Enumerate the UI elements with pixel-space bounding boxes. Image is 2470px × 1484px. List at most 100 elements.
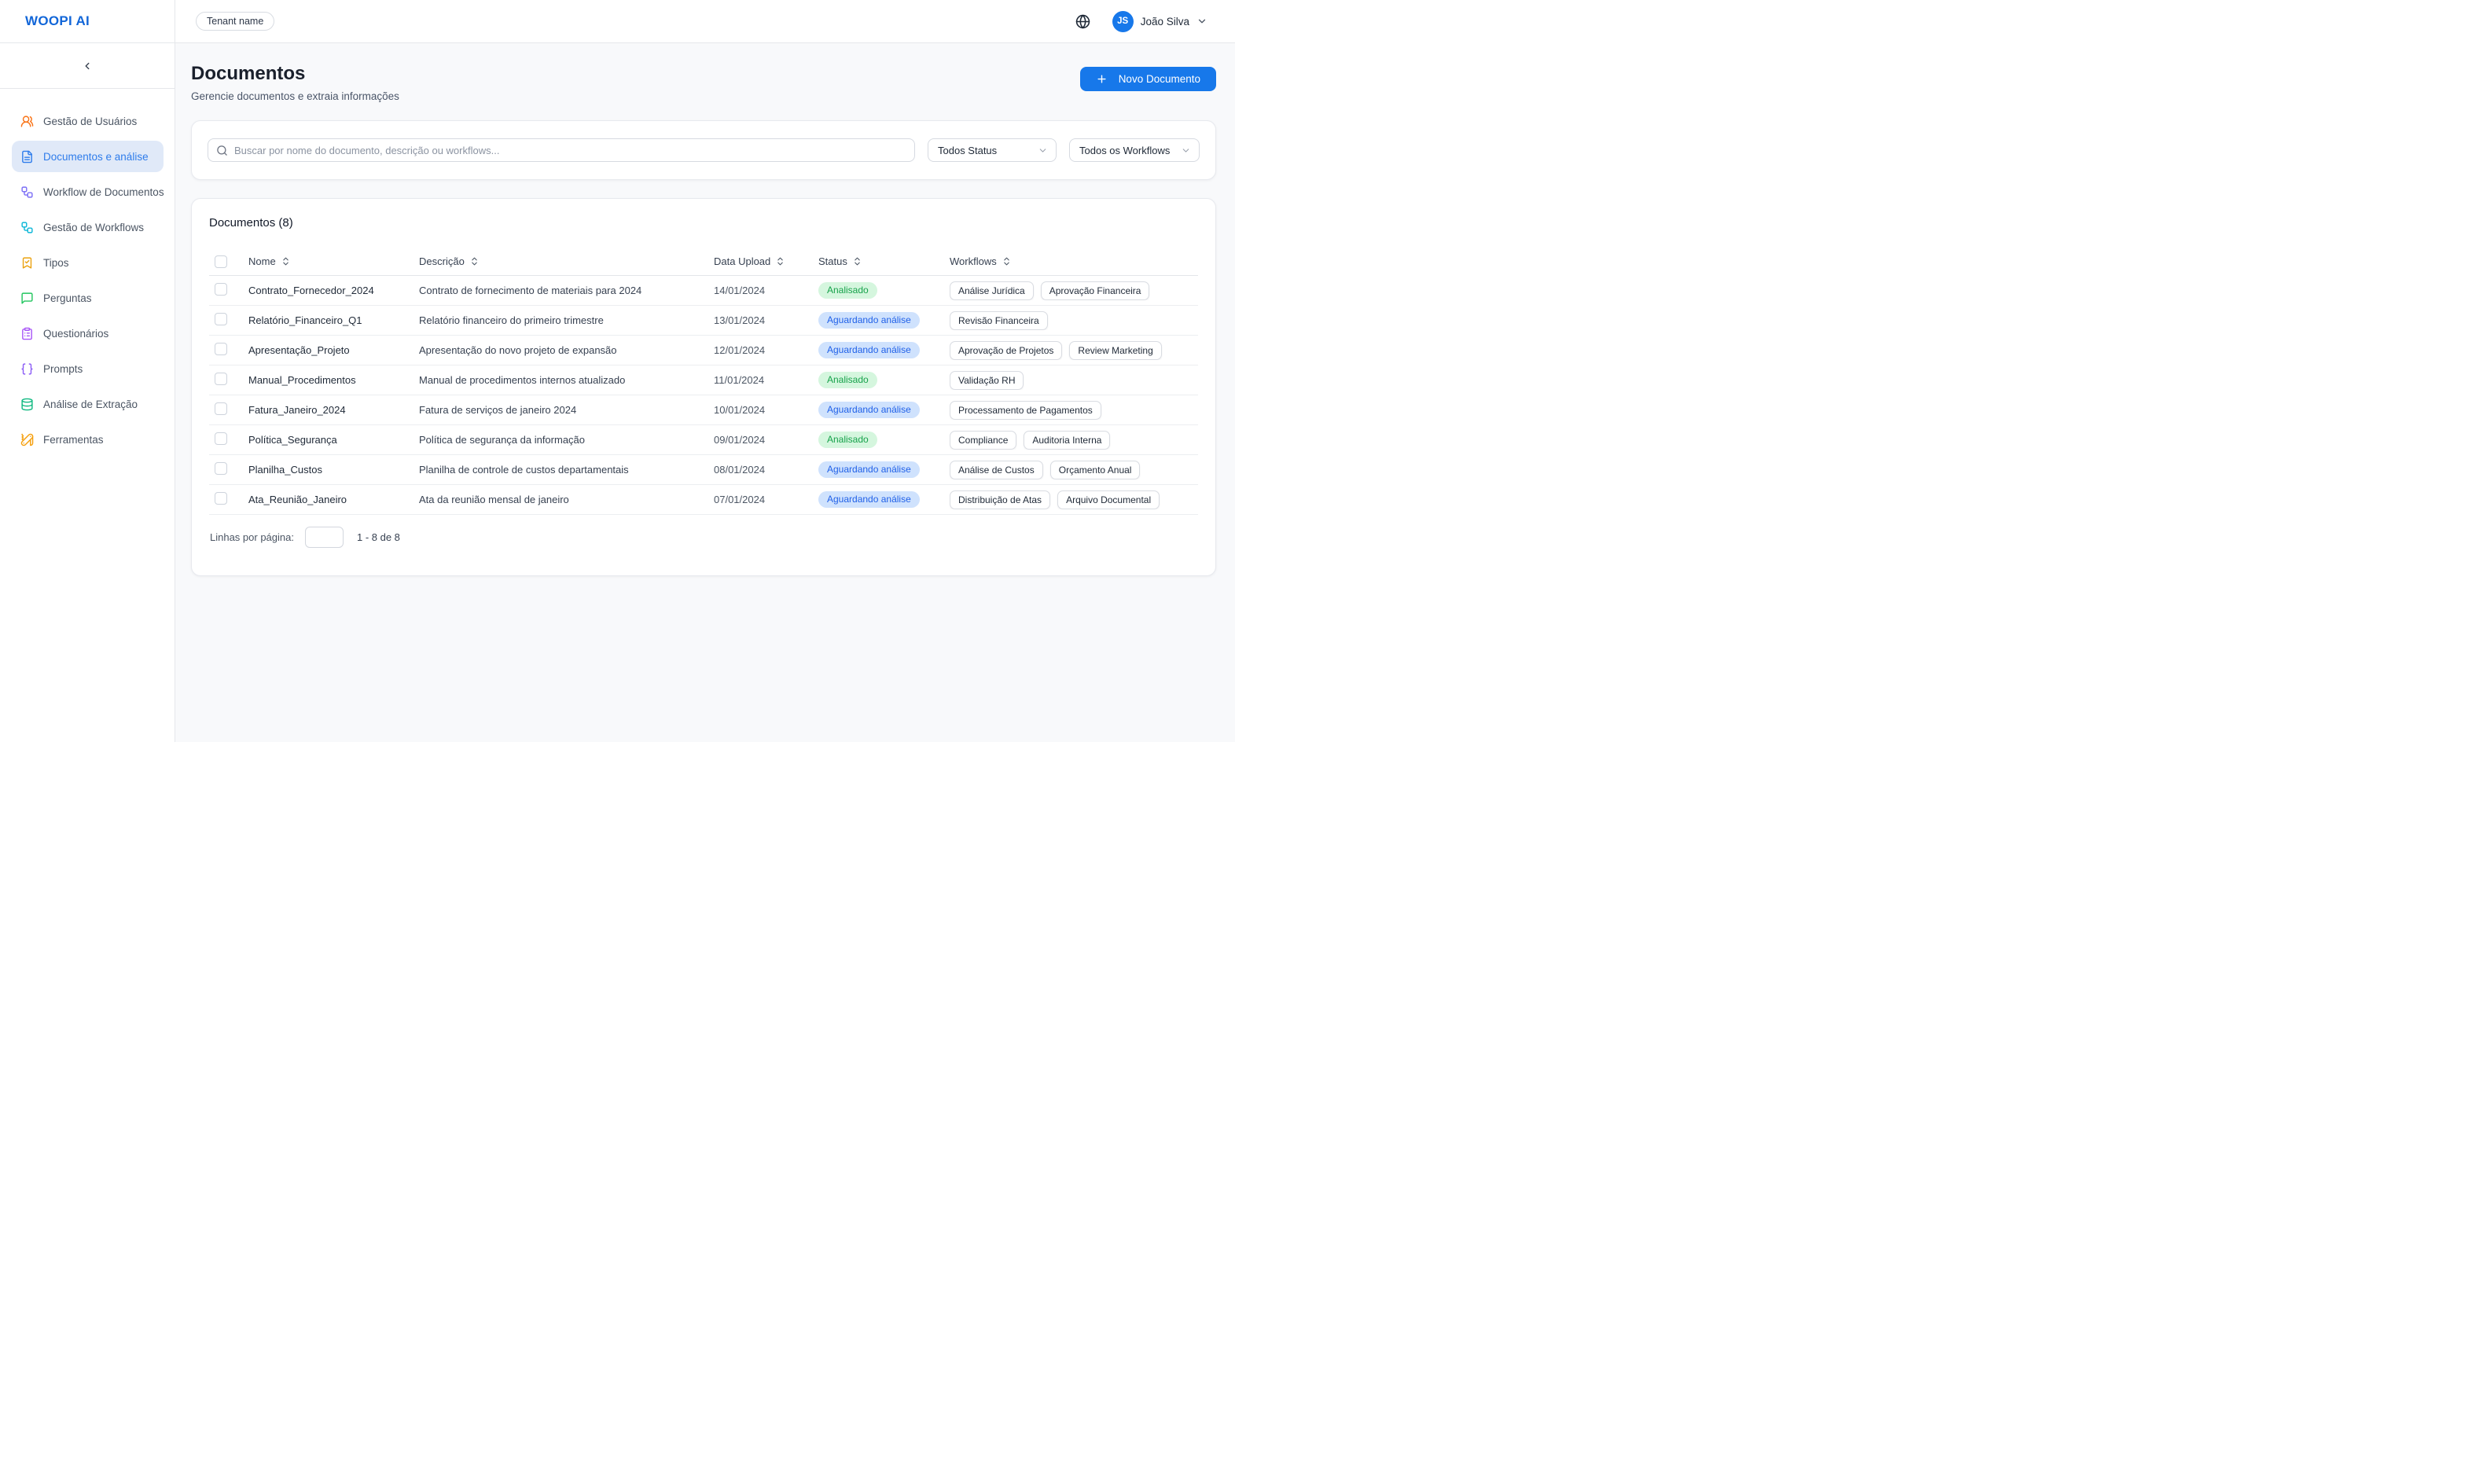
avatar: JS <box>1112 11 1134 32</box>
document-status-cell: Aguardando análise <box>818 461 950 478</box>
workflow-chip: Análise de Custos <box>950 461 1043 479</box>
table-row[interactable]: Manual_ProcedimentosManual de procedimen… <box>209 365 1198 395</box>
sidebar-item-gestao-de-usuarios[interactable]: Gestão de Usuários <box>12 105 164 137</box>
status-badge: Analisado <box>818 372 877 388</box>
document-name: Fatura_Janeiro_2024 <box>248 404 419 416</box>
select-all-checkbox[interactable] <box>215 255 227 268</box>
status-badge: Aguardando análise <box>818 491 920 508</box>
chevron-left-icon <box>82 61 93 72</box>
column-header-workflows[interactable]: Workflows <box>950 255 1198 267</box>
document-upload-date: 09/01/2024 <box>714 434 818 446</box>
status-badge: Analisado <box>818 282 877 299</box>
document-upload-date: 13/01/2024 <box>714 314 818 326</box>
document-status-cell: Aguardando análise <box>818 491 950 508</box>
document-status-cell: Analisado <box>818 282 950 299</box>
workflow-chip: Validação RH <box>950 371 1024 390</box>
table-row[interactable]: Apresentação_ProjetoApresentação do novo… <box>209 336 1198 365</box>
status-filter-select[interactable]: Todos Status <box>928 138 1057 162</box>
select-all-cell <box>215 255 248 268</box>
document-description: Política de segurança da informação <box>419 434 714 446</box>
sidebar-item-label: Perguntas <box>43 292 92 304</box>
sidebar-item-perguntas[interactable]: Perguntas <box>12 282 164 314</box>
chevron-down-icon <box>1181 145 1191 156</box>
clipboard-list-icon <box>20 327 34 340</box>
sidebar-item-workflow-de-documentos[interactable]: Workflow de Documentos <box>12 176 164 208</box>
table-row[interactable]: Fatura_Janeiro_2024Fatura de serviços de… <box>209 395 1198 425</box>
column-header-data-upload[interactable]: Data Upload <box>714 255 818 267</box>
sidebar-item-gestao-de-workflows[interactable]: Gestão de Workflows <box>12 211 164 243</box>
row-checkbox[interactable] <box>215 283 227 296</box>
tenant-chip[interactable]: Tenant name <box>196 12 274 31</box>
table-row[interactable]: Contrato_Fornecedor_2024Contrato de forn… <box>209 276 1198 306</box>
row-checkbox[interactable] <box>215 343 227 355</box>
workflow-chip: Análise Jurídica <box>950 281 1034 300</box>
document-name: Apresentação_Projeto <box>248 344 419 356</box>
language-globe-button[interactable] <box>1075 14 1090 29</box>
table-row[interactable]: Planilha_CustosPlanilha de controle de c… <box>209 455 1198 485</box>
sidebar-item-ferramentas[interactable]: Ferramentas <box>12 424 164 455</box>
column-label: Status <box>818 255 847 267</box>
new-document-button-label: Novo Documento <box>1119 73 1200 85</box>
search-icon <box>216 145 228 156</box>
workflow-filter-select[interactable]: Todos os Workflows <box>1069 138 1200 162</box>
sidebar-item-documentos-e-analise[interactable]: Documentos e análise <box>12 141 164 172</box>
document-workflows-cell: Análise de CustosOrçamento Anual <box>950 461 1198 479</box>
document-status-cell: Aguardando análise <box>818 402 950 418</box>
document-workflows-cell: Processamento de Pagamentos <box>950 401 1198 420</box>
status-badge: Aguardando análise <box>818 312 920 329</box>
pagination: Linhas por página: 1 - 8 de 8 <box>209 527 1198 548</box>
search-input[interactable] <box>234 145 906 156</box>
document-name: Ata_Reunião_Janeiro <box>248 494 419 505</box>
row-checkbox[interactable] <box>215 373 227 385</box>
sidebar-item-questionarios[interactable]: Questionários <box>12 318 164 349</box>
workflow-chip: Arquivo Documental <box>1057 490 1160 509</box>
status-badge: Aguardando análise <box>818 342 920 358</box>
row-checkbox[interactable] <box>215 492 227 505</box>
brand-logo-box: WOOPI AI <box>0 0 175 43</box>
row-checkbox[interactable] <box>215 313 227 325</box>
workflow-chip: Processamento de Pagamentos <box>950 401 1101 420</box>
table-row[interactable]: Ata_Reunião_JaneiroAta da reunião mensal… <box>209 485 1198 515</box>
column-header-nome[interactable]: Nome <box>248 255 419 267</box>
chevron-down-icon <box>1038 145 1048 156</box>
sort-icon <box>281 256 291 266</box>
document-description: Manual de procedimentos internos atualiz… <box>419 374 714 386</box>
page-head: Documentos Gerencie documentos e extraia… <box>191 63 1216 102</box>
row-checkbox-cell <box>215 402 248 417</box>
sidebar-item-label: Análise de Extração <box>43 399 138 410</box>
document-status-cell: Analisado <box>818 372 950 388</box>
sidebar-item-analise-de-extracao[interactable]: Análise de Extração <box>12 388 164 420</box>
row-checkbox[interactable] <box>215 462 227 475</box>
column-label: Descrição <box>419 255 465 267</box>
sort-icon <box>852 256 862 266</box>
top-header: Tenant name JS João Silva <box>175 0 1235 43</box>
document-description: Ata da reunião mensal de janeiro <box>419 494 714 505</box>
bookmark-check-icon <box>20 256 34 270</box>
brand-logo: WOOPI AI <box>25 13 90 29</box>
file-text-icon <box>20 150 34 163</box>
document-description: Planilha de controle de custos departame… <box>419 464 714 476</box>
document-name: Política_Segurança <box>248 434 419 446</box>
document-upload-date: 07/01/2024 <box>714 494 818 505</box>
braces-icon <box>20 362 34 376</box>
sidebar-item-tipos[interactable]: Tipos <box>12 247 164 278</box>
content-area: Documentos Gerencie documentos e extraia… <box>175 43 1235 742</box>
page-title: Documentos <box>191 63 399 85</box>
user-menu[interactable]: JS João Silva <box>1112 11 1207 32</box>
row-checkbox[interactable] <box>215 402 227 415</box>
sidebar-collapse-button[interactable] <box>0 43 175 89</box>
new-document-button[interactable]: Novo Documento <box>1080 67 1216 91</box>
document-workflows-cell: Revisão Financeira <box>950 311 1198 330</box>
workflow-icon <box>20 186 34 199</box>
row-checkbox-cell <box>215 343 248 358</box>
table-row[interactable]: Relatório_Financeiro_Q1Relatório finance… <box>209 306 1198 336</box>
column-header-descricao[interactable]: Descrição <box>419 255 714 267</box>
sidebar-item-prompts[interactable]: Prompts <box>12 353 164 384</box>
row-checkbox-cell <box>215 313 248 328</box>
column-header-status[interactable]: Status <box>818 255 950 267</box>
document-upload-date: 14/01/2024 <box>714 285 818 296</box>
header-actions: JS João Silva <box>1075 11 1207 32</box>
row-checkbox[interactable] <box>215 432 227 445</box>
table-row[interactable]: Política_SegurançaPolítica de segurança … <box>209 425 1198 455</box>
rows-per-page-input[interactable] <box>305 527 344 548</box>
